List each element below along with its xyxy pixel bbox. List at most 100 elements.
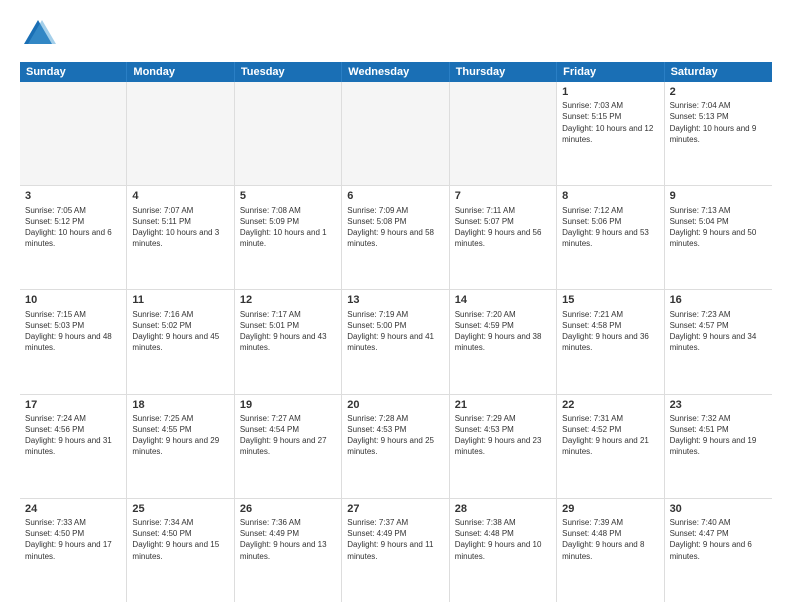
day-cell-11: 11 Sunrise: 7:16 AM Sunset: 5:02 PM Dayli… [127,290,234,393]
calendar-row-5: 24Sunrise: 7:33 AM Sunset: 4:50 PM Dayli… [20,499,772,602]
day-cell-15: 15Sunrise: 7:21 AM Sunset: 4:58 PM Dayli… [557,290,664,393]
day-info-19: Sunrise: 7:27 AM Sunset: 4:54 PM Dayligh… [240,413,336,458]
day-cell-5: 5 Sunrise: 7:08 AM Sunset: 5:09 PM Daylig… [235,186,342,289]
weekday-header-sunday: Sunday [20,62,127,82]
day-cell-1: 1Sunrise: 7:03 AM Sunset: 5:15 PM Daylig… [557,82,664,185]
day-number-17: 17 [25,398,121,412]
day-info-9: Sunrise: 7:13 AM Sunset: 5:04 PM Dayligh… [670,205,767,250]
day-info-4: Sunrise: 7:07 AM Sunset: 5:11 PM Dayligh… [132,205,228,250]
day-cell-20: 20Sunrise: 7:28 AM Sunset: 4:53 PM Dayli… [342,395,449,498]
day-info-30: Sunrise: 7:40 AM Sunset: 4:47 PM Dayligh… [670,517,767,562]
day-cell-21: 21Sunrise: 7:29 AM Sunset: 4:53 PM Dayli… [450,395,557,498]
day-number-10: 10 [25,293,121,307]
calendar-body: 1Sunrise: 7:03 AM Sunset: 5:15 PM Daylig… [20,82,772,602]
day-number-13: 13 [347,293,443,307]
day-cell-26: 26Sunrise: 7:36 AM Sunset: 4:49 PM Dayli… [235,499,342,602]
empty-cell-r0c3 [342,82,449,185]
empty-cell-r0c2 [235,82,342,185]
day-cell-24: 24Sunrise: 7:33 AM Sunset: 4:50 PM Dayli… [20,499,127,602]
day-cell-29: 29Sunrise: 7:39 AM Sunset: 4:48 PM Dayli… [557,499,664,602]
day-info-24: Sunrise: 7:33 AM Sunset: 4:50 PM Dayligh… [25,517,121,562]
empty-cell-r0c1 [127,82,234,185]
day-number-8: 8 [562,189,658,203]
logo [20,16,62,52]
day-number-7: 7 [455,189,551,203]
day-info-12: Sunrise: 7:17 AM Sunset: 5:01 PM Dayligh… [240,309,336,354]
day-cell-14: 14 Sunrise: 7:20 AM Sunset: 4:59 PM Dayli… [450,290,557,393]
day-info-18: Sunrise: 7:25 AM Sunset: 4:55 PM Dayligh… [132,413,228,458]
day-info-15: Sunrise: 7:21 AM Sunset: 4:58 PM Dayligh… [562,309,658,354]
logo-icon [20,16,56,52]
day-info-3: Sunrise: 7:05 AM Sunset: 5:12 PM Dayligh… [25,205,121,250]
day-info-6: Sunrise: 7:09 AM Sunset: 5:08 PM Dayligh… [347,205,443,250]
day-cell-2: 2Sunrise: 7:04 AM Sunset: 5:13 PM Daylig… [665,82,772,185]
day-number-27: 27 [347,502,443,516]
day-info-8: Sunrise: 7:12 AM Sunset: 5:06 PM Dayligh… [562,205,658,250]
day-cell-17: 17Sunrise: 7:24 AM Sunset: 4:56 PM Dayli… [20,395,127,498]
day-number-19: 19 [240,398,336,412]
day-number-21: 21 [455,398,551,412]
day-cell-22: 22Sunrise: 7:31 AM Sunset: 4:52 PM Dayli… [557,395,664,498]
weekday-header-saturday: Saturday [665,62,772,82]
day-number-14: 14 [455,293,551,307]
day-number-12: 12 [240,293,336,307]
day-number-20: 20 [347,398,443,412]
calendar-row-1: 1Sunrise: 7:03 AM Sunset: 5:15 PM Daylig… [20,82,772,186]
day-cell-4: 4Sunrise: 7:07 AM Sunset: 5:11 PM Daylig… [127,186,234,289]
day-number-11: 11 [132,293,228,307]
day-number-23: 23 [670,398,767,412]
day-number-30: 30 [670,502,767,516]
day-cell-9: 9 Sunrise: 7:13 AM Sunset: 5:04 PM Daylig… [665,186,772,289]
day-info-16: Sunrise: 7:23 AM Sunset: 4:57 PM Dayligh… [670,309,767,354]
day-cell-28: 28Sunrise: 7:38 AM Sunset: 4:48 PM Dayli… [450,499,557,602]
day-info-17: Sunrise: 7:24 AM Sunset: 4:56 PM Dayligh… [25,413,121,458]
day-number-2: 2 [670,85,767,99]
day-info-28: Sunrise: 7:38 AM Sunset: 4:48 PM Dayligh… [455,517,551,562]
day-cell-7: 7 Sunrise: 7:11 AM Sunset: 5:07 PM Daylig… [450,186,557,289]
day-info-25: Sunrise: 7:34 AM Sunset: 4:50 PM Dayligh… [132,517,228,562]
calendar-row-2: 3 Sunrise: 7:05 AM Sunset: 5:12 PM Daylig… [20,186,772,290]
day-number-3: 3 [25,189,121,203]
day-number-24: 24 [25,502,121,516]
day-info-22: Sunrise: 7:31 AM Sunset: 4:52 PM Dayligh… [562,413,658,458]
day-cell-13: 13 Sunrise: 7:19 AM Sunset: 5:00 PM Dayli… [342,290,449,393]
day-cell-27: 27Sunrise: 7:37 AM Sunset: 4:49 PM Dayli… [342,499,449,602]
day-info-11: Sunrise: 7:16 AM Sunset: 5:02 PM Dayligh… [132,309,228,354]
day-number-28: 28 [455,502,551,516]
day-info-29: Sunrise: 7:39 AM Sunset: 4:48 PM Dayligh… [562,517,658,562]
day-info-13: Sunrise: 7:19 AM Sunset: 5:00 PM Dayligh… [347,309,443,354]
day-cell-16: 16Sunrise: 7:23 AM Sunset: 4:57 PM Dayli… [665,290,772,393]
day-cell-23: 23Sunrise: 7:32 AM Sunset: 4:51 PM Dayli… [665,395,772,498]
day-info-21: Sunrise: 7:29 AM Sunset: 4:53 PM Dayligh… [455,413,551,458]
day-cell-10: 10 Sunrise: 7:15 AM Sunset: 5:03 PM Dayli… [20,290,127,393]
empty-cell-r0c0 [20,82,127,185]
day-info-7: Sunrise: 7:11 AM Sunset: 5:07 PM Dayligh… [455,205,551,250]
calendar-row-4: 17Sunrise: 7:24 AM Sunset: 4:56 PM Dayli… [20,395,772,499]
weekday-header-tuesday: Tuesday [235,62,342,82]
weekday-header-monday: Monday [127,62,234,82]
page: SundayMondayTuesdayWednesdayThursdayFrid… [0,0,792,612]
day-info-1: Sunrise: 7:03 AM Sunset: 5:15 PM Dayligh… [562,100,658,145]
day-info-27: Sunrise: 7:37 AM Sunset: 4:49 PM Dayligh… [347,517,443,562]
calendar-header: SundayMondayTuesdayWednesdayThursdayFrid… [20,62,772,82]
day-info-20: Sunrise: 7:28 AM Sunset: 4:53 PM Dayligh… [347,413,443,458]
day-info-10: Sunrise: 7:15 AM Sunset: 5:03 PM Dayligh… [25,309,121,354]
day-number-5: 5 [240,189,336,203]
day-cell-30: 30Sunrise: 7:40 AM Sunset: 4:47 PM Dayli… [665,499,772,602]
day-info-26: Sunrise: 7:36 AM Sunset: 4:49 PM Dayligh… [240,517,336,562]
day-info-5: Sunrise: 7:08 AM Sunset: 5:09 PM Dayligh… [240,205,336,250]
day-cell-3: 3 Sunrise: 7:05 AM Sunset: 5:12 PM Daylig… [20,186,127,289]
day-number-1: 1 [562,85,658,99]
day-number-9: 9 [670,189,767,203]
day-number-22: 22 [562,398,658,412]
day-cell-12: 12 Sunrise: 7:17 AM Sunset: 5:01 PM Dayli… [235,290,342,393]
day-number-25: 25 [132,502,228,516]
day-info-14: Sunrise: 7:20 AM Sunset: 4:59 PM Dayligh… [455,309,551,354]
day-cell-18: 18Sunrise: 7:25 AM Sunset: 4:55 PM Dayli… [127,395,234,498]
calendar-row-3: 10 Sunrise: 7:15 AM Sunset: 5:03 PM Dayli… [20,290,772,394]
day-number-26: 26 [240,502,336,516]
day-cell-19: 19Sunrise: 7:27 AM Sunset: 4:54 PM Dayli… [235,395,342,498]
day-number-29: 29 [562,502,658,516]
day-number-18: 18 [132,398,228,412]
weekday-header-friday: Friday [557,62,664,82]
